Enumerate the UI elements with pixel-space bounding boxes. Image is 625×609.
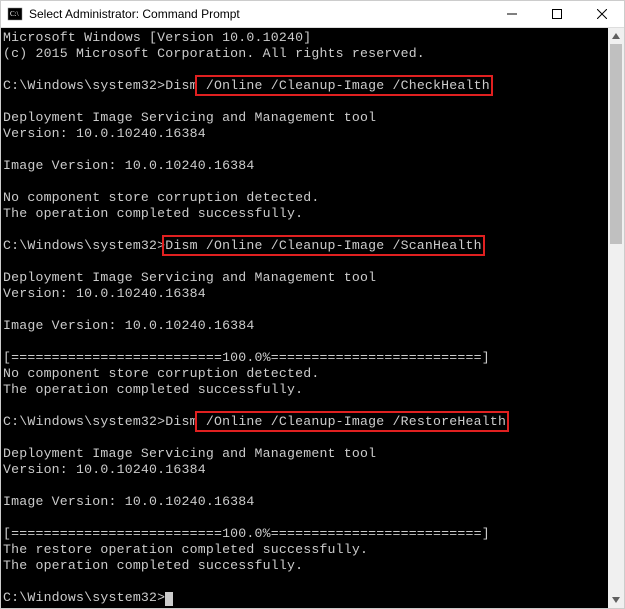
dism-cmd: Dism bbox=[165, 414, 197, 429]
text-line: No component store corruption detected. bbox=[3, 190, 319, 205]
prompt: C:\Windows\system32> bbox=[3, 238, 165, 253]
window-controls bbox=[489, 1, 624, 27]
prompt: C:\Windows\system32> bbox=[3, 590, 165, 605]
text-line: The operation completed successfully. bbox=[3, 382, 303, 397]
svg-text:C:\: C:\ bbox=[10, 10, 19, 18]
window-title: Select Administrator: Command Prompt bbox=[29, 7, 489, 21]
prompt: C:\Windows\system32> bbox=[3, 78, 165, 93]
text-line: The operation completed successfully. bbox=[3, 558, 303, 573]
highlighted-cmd-checkhealth: /Online /Cleanup-Image /CheckHealth bbox=[198, 78, 490, 93]
cmd-icon: C:\ bbox=[7, 6, 23, 22]
dism-cmd: Dism bbox=[165, 78, 197, 93]
text-line: No component store corruption detected. bbox=[3, 366, 319, 381]
text-line: The operation completed successfully. bbox=[3, 206, 303, 221]
cursor-icon bbox=[165, 592, 173, 606]
text-line: Version: 10.0.10240.16384 bbox=[3, 126, 206, 141]
highlighted-cmd-restorehealth: /Online /Cleanup-Image /RestoreHealth bbox=[198, 414, 506, 429]
text-line: Deployment Image Servicing and Managemen… bbox=[3, 110, 376, 125]
text-line: Deployment Image Servicing and Managemen… bbox=[3, 446, 376, 461]
text-line: [==========================100.0%=======… bbox=[3, 350, 490, 365]
vertical-scrollbar[interactable] bbox=[608, 28, 624, 608]
scroll-down-icon[interactable] bbox=[608, 592, 624, 608]
text-line: Microsoft Windows [Version 10.0.10240] bbox=[3, 30, 311, 45]
minimize-button[interactable] bbox=[489, 1, 534, 27]
terminal-output[interactable]: Microsoft Windows [Version 10.0.10240] (… bbox=[1, 28, 608, 608]
text-line: Image Version: 10.0.10240.16384 bbox=[3, 494, 255, 509]
titlebar[interactable]: C:\ Select Administrator: Command Prompt bbox=[1, 1, 624, 28]
text-line: The restore operation completed successf… bbox=[3, 542, 368, 557]
command-prompt-window: C:\ Select Administrator: Command Prompt… bbox=[0, 0, 625, 609]
scrollbar-track[interactable] bbox=[608, 44, 624, 592]
text-line: Image Version: 10.0.10240.16384 bbox=[3, 158, 255, 173]
text-line: [==========================100.0%=======… bbox=[3, 526, 490, 541]
text-line: Image Version: 10.0.10240.16384 bbox=[3, 318, 255, 333]
highlighted-cmd-scanhealth: Dism /Online /Cleanup-Image /ScanHealth bbox=[165, 238, 481, 253]
maximize-button[interactable] bbox=[534, 1, 579, 27]
prompt: C:\Windows\system32> bbox=[3, 414, 165, 429]
scrollbar-thumb[interactable] bbox=[610, 44, 622, 244]
text-line: Version: 10.0.10240.16384 bbox=[3, 286, 206, 301]
content-area: Microsoft Windows [Version 10.0.10240] (… bbox=[1, 28, 624, 608]
text-line: Deployment Image Servicing and Managemen… bbox=[3, 270, 376, 285]
close-button[interactable] bbox=[579, 1, 624, 27]
scroll-up-icon[interactable] bbox=[608, 28, 624, 44]
text-line: Version: 10.0.10240.16384 bbox=[3, 462, 206, 477]
text-line: (c) 2015 Microsoft Corporation. All righ… bbox=[3, 46, 425, 61]
